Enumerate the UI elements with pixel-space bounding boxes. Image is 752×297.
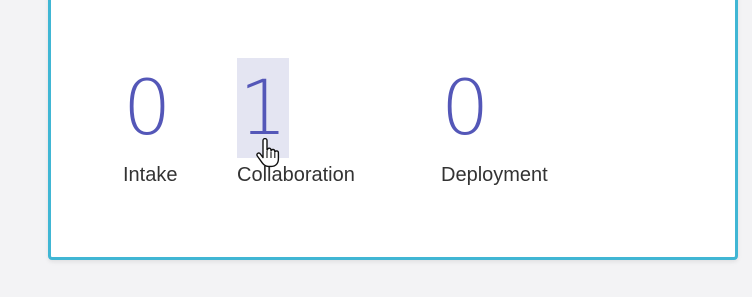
stat-collaboration: 1 Collaboration [237,58,355,187]
deployment-count[interactable]: 0 [441,58,489,158]
collaboration-count[interactable]: 1 [237,58,290,158]
intake-count[interactable]: 0 [123,58,171,158]
stat-intake: 0 Intake [123,58,177,187]
deployment-label: Deployment [441,164,548,186]
stat-deployment: 0 Deployment [441,58,548,187]
stats-card: 0 Intake 1 Collaboration 0 Deployment [48,0,738,260]
collaboration-label: Collaboration [237,164,355,186]
intake-label: Intake [123,164,178,186]
